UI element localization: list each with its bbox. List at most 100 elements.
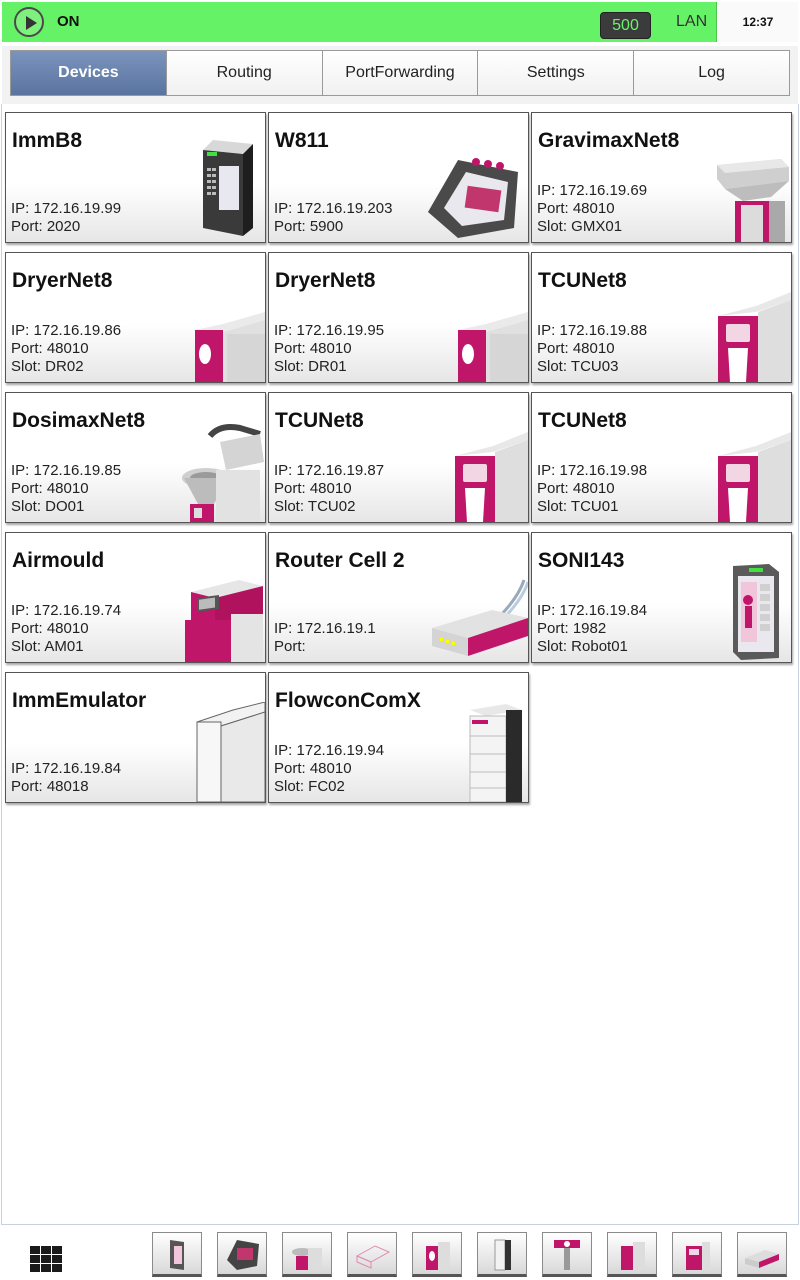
device-name: DryerNet8 bbox=[12, 269, 113, 292]
play-icon[interactable] bbox=[14, 7, 44, 37]
device-ip: IP: 172.16.19.95 bbox=[274, 322, 385, 339]
device-info: IP: 172.16.19.88 Port: 48010 Slot: TCU03 bbox=[537, 322, 647, 376]
device-tile[interactable]: DryerNet8 IP: 172.16.19.95 Port: 48010 S… bbox=[268, 252, 529, 383]
device-tile[interactable]: TCUNet8 IP: 172.16.19.88 Port: 48010 Slo… bbox=[531, 252, 792, 383]
tcu-icon bbox=[718, 292, 791, 382]
device-port: Port: 48010 bbox=[274, 760, 352, 777]
device-name: ImmB8 bbox=[12, 129, 83, 152]
dosing-unit-icon bbox=[182, 424, 264, 522]
dosing-unit-icon bbox=[292, 1248, 322, 1270]
emulator-box-icon bbox=[196, 702, 265, 802]
device-port: Port: 48010 bbox=[274, 340, 352, 357]
device-ip: IP: 172.16.19.85 bbox=[11, 462, 122, 479]
handheld-terminal-icon bbox=[227, 1240, 259, 1270]
device-tile[interactable]: ImmEmulator IP: 172.16.19.84 Port: 48018 bbox=[5, 672, 266, 803]
device-ip: IP: 172.16.19.88 bbox=[537, 322, 648, 339]
device-info: IP: 172.16.19.84 Port: 48018 bbox=[11, 760, 121, 796]
router-icon bbox=[432, 579, 528, 656]
shortcut-dryer[interactable] bbox=[412, 1232, 462, 1277]
device-name: TCUNet8 bbox=[538, 409, 627, 432]
device-info: IP: 172.16.19.87 Port: 48010 Slot: TCU02 bbox=[274, 462, 384, 516]
device-tile[interactable]: ImmB8 IP: 172.16.19.99 Port: 2020 bbox=[5, 112, 266, 243]
flowcon-icon bbox=[494, 1239, 511, 1271]
shortcut-flowcon[interactable] bbox=[477, 1232, 527, 1277]
device-ip: IP: 172.16.19.98 bbox=[537, 462, 648, 479]
device-slot: Slot: AM01 bbox=[11, 638, 84, 655]
tab-log[interactable]: Log bbox=[634, 51, 789, 95]
dryer-icon bbox=[458, 312, 528, 382]
shortcut-handheld-terminal[interactable] bbox=[217, 1232, 267, 1277]
shortcut-dryer-2[interactable] bbox=[607, 1232, 657, 1277]
device-info: IP: 172.16.19.99 Port: 2020 bbox=[11, 200, 121, 236]
device-tile[interactable]: TCUNet8 IP: 172.16.19.87 Port: 48010 Slo… bbox=[268, 392, 529, 523]
device-ip: IP: 172.16.19.203 bbox=[274, 200, 393, 217]
clock: 12:37 bbox=[718, 2, 798, 42]
shortcut-emulator-box[interactable] bbox=[347, 1232, 397, 1277]
device-slot: Slot: FC02 bbox=[274, 778, 345, 795]
device-tile[interactable]: SONI143 IP: 172.16.19.84 Port: 1982 Slot… bbox=[531, 532, 792, 663]
tab-devices[interactable]: Devices bbox=[11, 51, 167, 95]
device-tile[interactable]: Router Cell 2 IP: 172.16.19.1 Port: bbox=[268, 532, 529, 663]
tcu-icon bbox=[718, 432, 791, 522]
shortcut-tcu[interactable] bbox=[672, 1232, 722, 1277]
device-ip: IP: 172.16.19.1 bbox=[274, 620, 376, 637]
tcu-icon bbox=[686, 1242, 710, 1270]
device-tile[interactable]: W811 IP: 172.16.19.203 Port: 5900 bbox=[268, 112, 529, 243]
device-ip: IP: 172.16.19.99 bbox=[11, 200, 122, 217]
tab-routing[interactable]: Routing bbox=[166, 51, 323, 95]
dryer-icon bbox=[195, 312, 265, 382]
status-bar: ON 500 LAN 12:37 bbox=[0, 0, 800, 44]
device-tile[interactable]: FlowconComX IP: 172.16.19.94 Port: 48010… bbox=[268, 672, 529, 803]
device-slot: Slot: DO01 bbox=[11, 498, 85, 515]
device-tile[interactable]: DosimaxNet8 IP: 172.16.19.85 Port: 48010… bbox=[5, 392, 266, 523]
device-slot: Slot: Robot01 bbox=[537, 638, 628, 655]
device-tile[interactable]: Airmould IP: 172.16.19.74 Port: 48010 Sl… bbox=[5, 532, 266, 663]
shortcut-robot-arm[interactable] bbox=[542, 1232, 592, 1277]
device-ip: IP: 172.16.19.74 bbox=[11, 602, 122, 619]
device-ip: IP: 172.16.19.86 bbox=[11, 322, 122, 339]
device-tile[interactable]: TCUNet8 IP: 172.16.19.98 Port: 48010 Slo… bbox=[531, 392, 792, 523]
connection-label: LAN bbox=[676, 13, 708, 30]
device-port: Port: 48010 bbox=[11, 480, 89, 497]
device-port: Port: 48010 bbox=[537, 200, 615, 217]
device-info: IP: 172.16.19.94 Port: 48010 Slot: FC02 bbox=[274, 742, 384, 796]
robot-arm-icon bbox=[554, 1240, 580, 1270]
run-state-label: ON bbox=[57, 13, 80, 30]
device-port: Port: 48010 bbox=[274, 480, 352, 497]
shortcut-dosing-unit[interactable] bbox=[282, 1232, 332, 1277]
shortcut-imm-controller[interactable] bbox=[152, 1232, 202, 1277]
imm-controller-icon bbox=[203, 140, 253, 236]
airmould-icon bbox=[185, 580, 263, 662]
device-ip: IP: 172.16.19.94 bbox=[274, 742, 385, 759]
device-tile[interactable]: DryerNet8 IP: 172.16.19.86 Port: 48010 S… bbox=[5, 252, 266, 383]
device-name: SONI143 bbox=[538, 549, 625, 572]
device-port: Port: 48010 bbox=[11, 620, 89, 637]
device-info: IP: 172.16.19.98 Port: 48010 Slot: TCU01 bbox=[537, 462, 647, 516]
device-ip: IP: 172.16.19.84 bbox=[537, 602, 648, 619]
tcu-icon bbox=[455, 432, 528, 522]
device-port: Port: 5900 bbox=[274, 218, 344, 235]
device-slot: Slot: GMX01 bbox=[537, 218, 623, 235]
device-slot: Slot: DR02 bbox=[11, 358, 84, 375]
grid-menu-icon[interactable] bbox=[28, 1244, 64, 1272]
device-slot: Slot: TCU02 bbox=[274, 498, 356, 515]
device-info: IP: 172.16.19.203 Port: 5900 bbox=[274, 200, 392, 236]
device-name: GravimaxNet8 bbox=[538, 129, 680, 152]
device-port: Port: 48010 bbox=[537, 340, 615, 357]
dryer-icon bbox=[621, 1242, 645, 1270]
tab-bar-container: Devices Routing PortForwarding Settings … bbox=[2, 46, 798, 104]
tab-portforwarding[interactable]: PortForwarding bbox=[322, 51, 479, 95]
device-info: IP: 172.16.19.86 Port: 48010 Slot: DR02 bbox=[11, 322, 121, 376]
bottom-dock bbox=[0, 1227, 800, 1280]
count-badge: 500 bbox=[600, 12, 651, 39]
flowcon-icon bbox=[469, 704, 522, 802]
device-name: W811 bbox=[275, 129, 329, 152]
device-slot: Slot: TCU01 bbox=[537, 498, 619, 515]
device-tile[interactable]: GravimaxNet8 IP: 172.16.19.69 Port: 4801… bbox=[531, 112, 792, 243]
device-info: IP: 172.16.19.74 Port: 48010 Slot: AM01 bbox=[11, 602, 121, 656]
device-port: Port: 48010 bbox=[537, 480, 615, 497]
tab-settings[interactable]: Settings bbox=[478, 51, 635, 95]
device-info: IP: 172.16.19.95 Port: 48010 Slot: DR01 bbox=[274, 322, 384, 376]
shortcut-router[interactable] bbox=[737, 1232, 787, 1277]
router-icon bbox=[745, 1250, 779, 1268]
